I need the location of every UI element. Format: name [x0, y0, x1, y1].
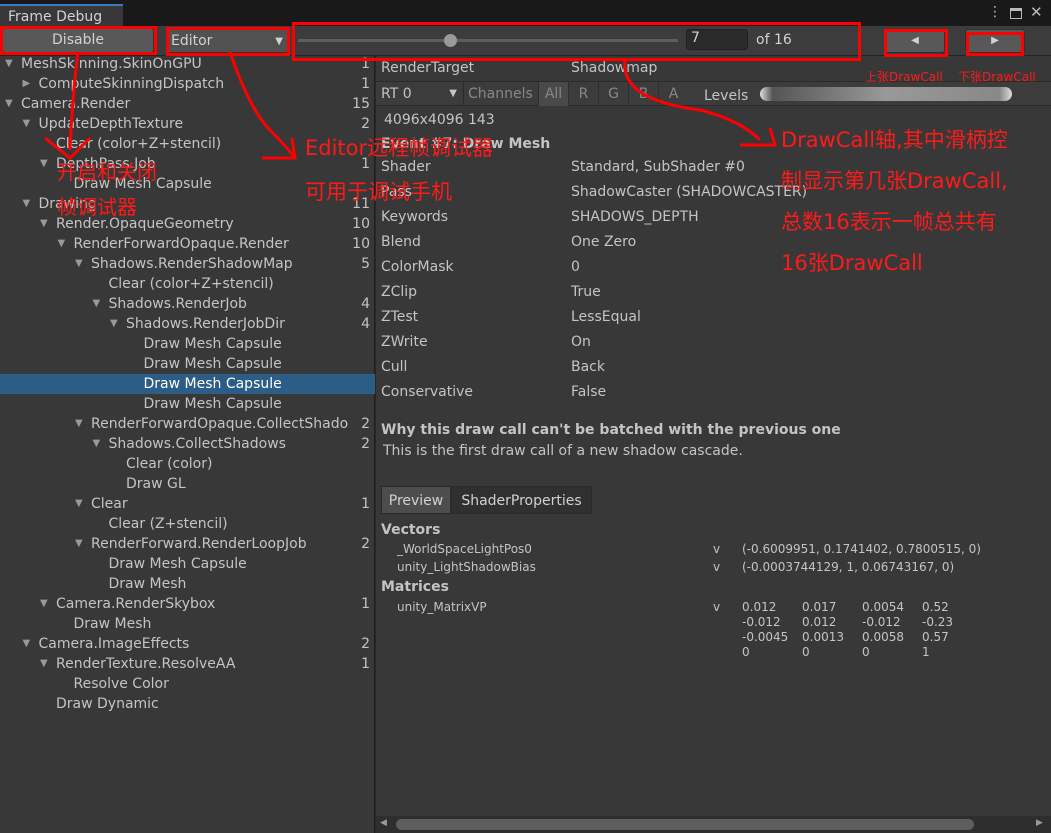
- annotation-arrows: [44, 51, 778, 161]
